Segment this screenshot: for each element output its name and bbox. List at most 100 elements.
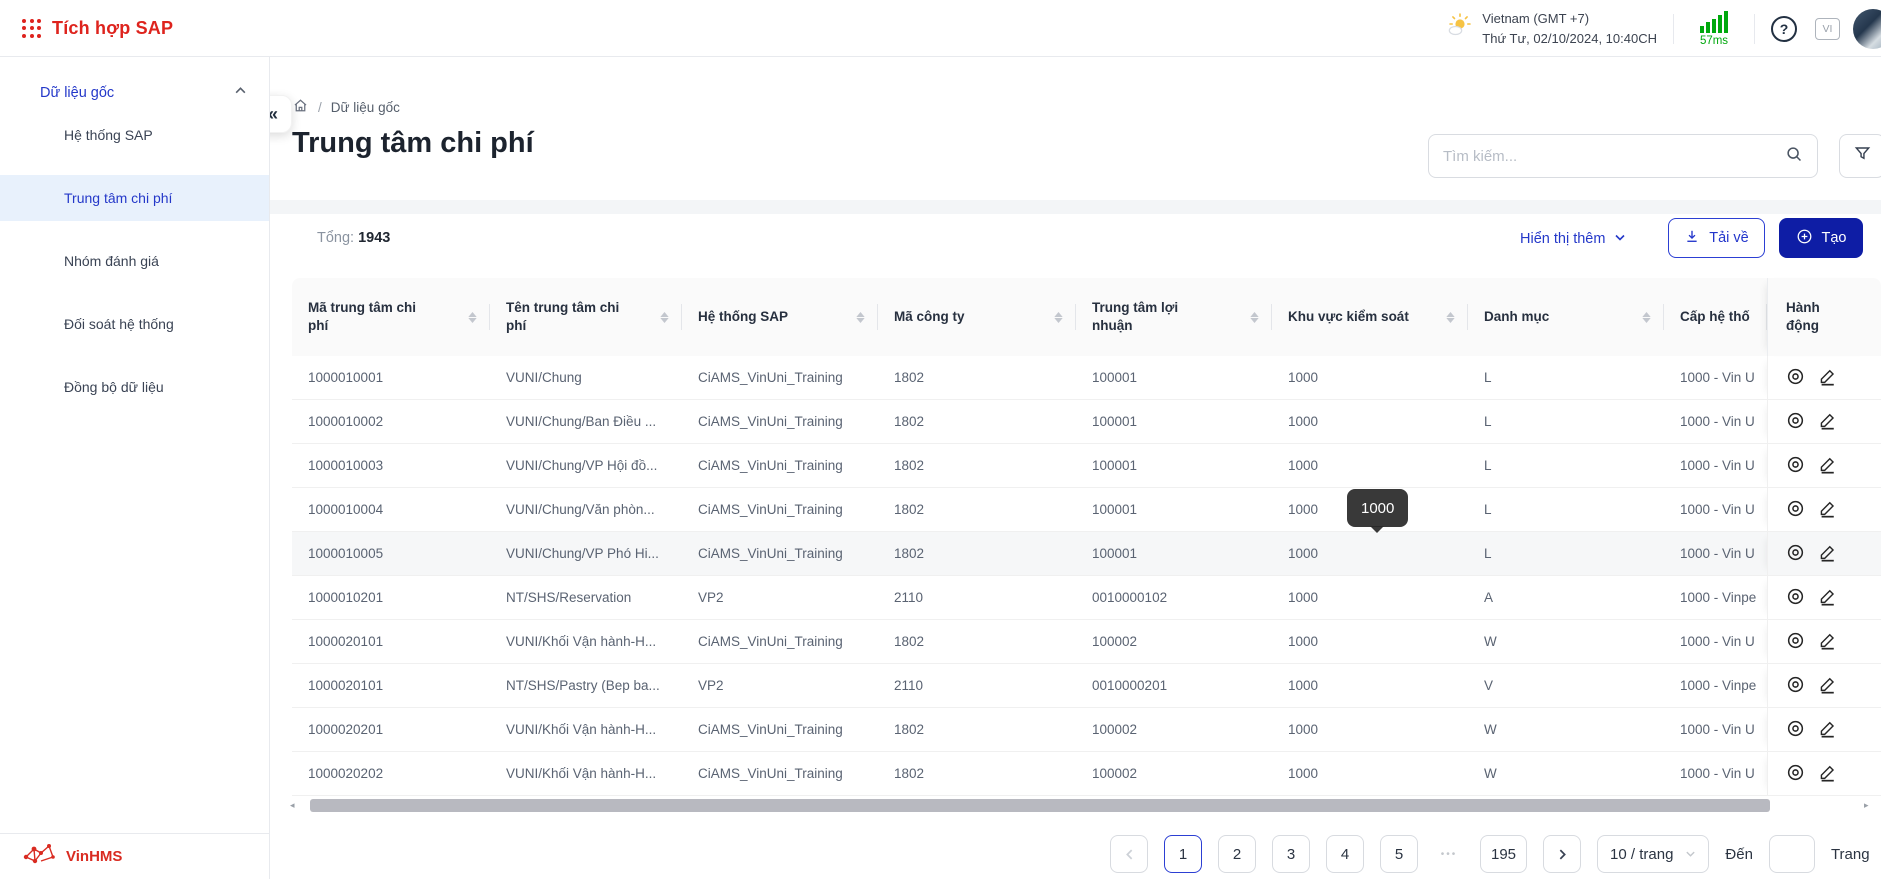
- column-header[interactable]: Hệ thống SAP: [682, 278, 878, 356]
- sidebar-item[interactable]: Nhóm đánh giá: [0, 238, 269, 284]
- cell: CiAMS_VinUni_Training: [682, 532, 878, 575]
- edit-button[interactable]: [1818, 367, 1837, 389]
- actions-cell: [1767, 400, 1881, 443]
- next-page-button[interactable]: [1543, 835, 1581, 873]
- sidebar-item[interactable]: Đồng bộ dữ liệu: [0, 364, 269, 410]
- table-row[interactable]: 1000020101VUNI/Khối Vận hành-H...CiAMS_V…: [292, 620, 1881, 664]
- create-button[interactable]: Tạo: [1779, 218, 1863, 258]
- locale-block: Vietnam (GMT +7) Thứ Tư, 02/10/2024, 10:…: [1445, 9, 1657, 48]
- search-input[interactable]: [1443, 148, 1785, 165]
- view-button[interactable]: [1786, 587, 1805, 609]
- edit-button[interactable]: [1818, 543, 1837, 565]
- edit-button[interactable]: [1818, 763, 1837, 785]
- page-button[interactable]: 5: [1380, 835, 1418, 873]
- cell: CiAMS_VinUni_Training: [682, 444, 878, 487]
- view-button[interactable]: [1786, 455, 1805, 477]
- edit-button[interactable]: [1818, 719, 1837, 741]
- language-switcher[interactable]: VI: [1815, 18, 1840, 40]
- column-header[interactable]: Danh mục: [1468, 278, 1664, 356]
- table-row[interactable]: 1000010002VUNI/Chung/Ban Điều ...CiAMS_V…: [292, 400, 1881, 444]
- search-icon[interactable]: [1785, 145, 1803, 168]
- filter-button[interactable]: [1839, 134, 1881, 178]
- edit-button[interactable]: [1818, 631, 1837, 653]
- edit-pencil-icon: [1818, 719, 1837, 741]
- view-button[interactable]: [1786, 763, 1805, 785]
- sort-icon[interactable]: [468, 312, 477, 323]
- table-row[interactable]: 1000020101NT/SHS/Pastry (Bep ba...VP2211…: [292, 664, 1881, 708]
- table-row[interactable]: 1000010001VUNI/ChungCiAMS_VinUni_Trainin…: [292, 356, 1881, 400]
- column-header[interactable]: Khu vực kiểm soát: [1272, 278, 1468, 356]
- edit-button[interactable]: [1818, 675, 1837, 697]
- table-row[interactable]: 1000010201NT/SHS/ReservationVP2211000100…: [292, 576, 1881, 620]
- home-icon[interactable]: [292, 97, 309, 117]
- table-row[interactable]: 1000020202VUNI/Khối Vận hành-H...CiAMS_V…: [292, 752, 1881, 796]
- cell: 1000010005: [292, 532, 490, 575]
- cell: 2110: [878, 576, 1076, 619]
- sidebar-item[interactable]: Hệ thống SAP: [0, 112, 269, 158]
- page-button[interactable]: 2: [1218, 835, 1256, 873]
- page-size-select[interactable]: 10 / trang: [1597, 835, 1709, 873]
- sort-icon[interactable]: [1642, 312, 1651, 323]
- help-icon[interactable]: ?: [1771, 16, 1797, 42]
- sidebar-item[interactable]: Đối soát hệ thống: [0, 301, 269, 347]
- sidebar-group-master-data[interactable]: Dữ liệu gốc: [0, 57, 269, 112]
- table-row[interactable]: 1000020201VUNI/Khối Vận hành-H...CiAMS_V…: [292, 708, 1881, 752]
- cell: 100001: [1076, 400, 1272, 443]
- table-row[interactable]: 1000010005VUNI/Chung/VP Phó Hi...CiAMS_V…: [292, 532, 1881, 576]
- scroll-right-arrow-icon[interactable]: ▸: [1864, 800, 1869, 811]
- user-avatar[interactable]: [1853, 9, 1881, 49]
- table-row[interactable]: 1000010004VUNI/Chung/Văn phòn...CiAMS_Vi…: [292, 488, 1881, 532]
- cell: W: [1468, 620, 1664, 663]
- view-button[interactable]: [1786, 499, 1805, 521]
- scrollbar-thumb[interactable]: [310, 799, 1770, 812]
- sort-icon[interactable]: [1054, 312, 1063, 323]
- page-button[interactable]: 3: [1272, 835, 1310, 873]
- goto-suffix-label: Trang: [1831, 846, 1870, 863]
- page-button[interactable]: 1: [1164, 835, 1202, 873]
- column-header[interactable]: Trung tâm lợi nhuận: [1076, 278, 1272, 356]
- edit-button[interactable]: [1818, 499, 1837, 521]
- sort-icon[interactable]: [856, 312, 865, 323]
- edit-button[interactable]: [1818, 455, 1837, 477]
- pagination-ellipsis[interactable]: •••: [1434, 835, 1464, 873]
- locale-text: Vietnam (GMT +7) Thứ Tư, 02/10/2024, 10:…: [1482, 9, 1657, 48]
- view-button[interactable]: [1786, 543, 1805, 565]
- edit-pencil-icon: [1818, 455, 1837, 477]
- horizontal-scrollbar[interactable]: ◂ ▸: [292, 799, 1881, 812]
- cell: 1000 - Vin U: [1664, 488, 1767, 531]
- view-button[interactable]: [1786, 675, 1805, 697]
- weather-icon: [1445, 11, 1473, 46]
- view-button[interactable]: [1786, 367, 1805, 389]
- column-header: Hành động: [1767, 278, 1881, 356]
- page-button[interactable]: 4: [1326, 835, 1364, 873]
- sort-icon[interactable]: [1250, 312, 1259, 323]
- show-more-dropdown[interactable]: Hiển thị thêm: [1520, 231, 1626, 247]
- download-button[interactable]: Tải về: [1668, 218, 1765, 258]
- actions-cell: [1767, 620, 1881, 663]
- view-button[interactable]: [1786, 631, 1805, 653]
- sort-icon[interactable]: [1446, 312, 1455, 323]
- column-header[interactable]: Tên trung tâm chi phí: [490, 278, 682, 356]
- view-button[interactable]: [1786, 719, 1805, 741]
- table-row[interactable]: 1000010003VUNI/Chung/VP Hội đồ...CiAMS_V…: [292, 444, 1881, 488]
- goto-page-input[interactable]: [1769, 835, 1815, 873]
- column-label: Mã công ty: [894, 308, 965, 326]
- cell: VP2: [682, 576, 878, 619]
- edit-button[interactable]: [1818, 411, 1837, 433]
- scroll-left-arrow-icon[interactable]: ◂: [290, 800, 295, 811]
- page-button[interactable]: 195: [1480, 835, 1527, 873]
- edit-button[interactable]: [1818, 587, 1837, 609]
- breadcrumb-item[interactable]: Dữ liệu gốc: [331, 100, 400, 115]
- view-button[interactable]: [1786, 411, 1805, 433]
- cell: VUNI/Chung/VP Hội đồ...: [490, 444, 682, 487]
- column-label: Hệ thống SAP: [698, 308, 788, 326]
- column-header[interactable]: Mã công ty: [878, 278, 1076, 356]
- app-brand[interactable]: Tích hợp SAP: [22, 0, 173, 57]
- column-header[interactable]: Mã trung tâm chi phí: [292, 278, 490, 356]
- sort-icon[interactable]: [660, 312, 669, 323]
- cell: 2110: [878, 664, 1076, 707]
- sidebar-item[interactable]: Trung tâm chi phí: [0, 175, 269, 221]
- chevron-down-icon: [1614, 231, 1626, 247]
- prev-page-button[interactable]: [1110, 835, 1148, 873]
- cost-center-table: Mã trung tâm chi phíTên trung tâm chi ph…: [292, 278, 1881, 796]
